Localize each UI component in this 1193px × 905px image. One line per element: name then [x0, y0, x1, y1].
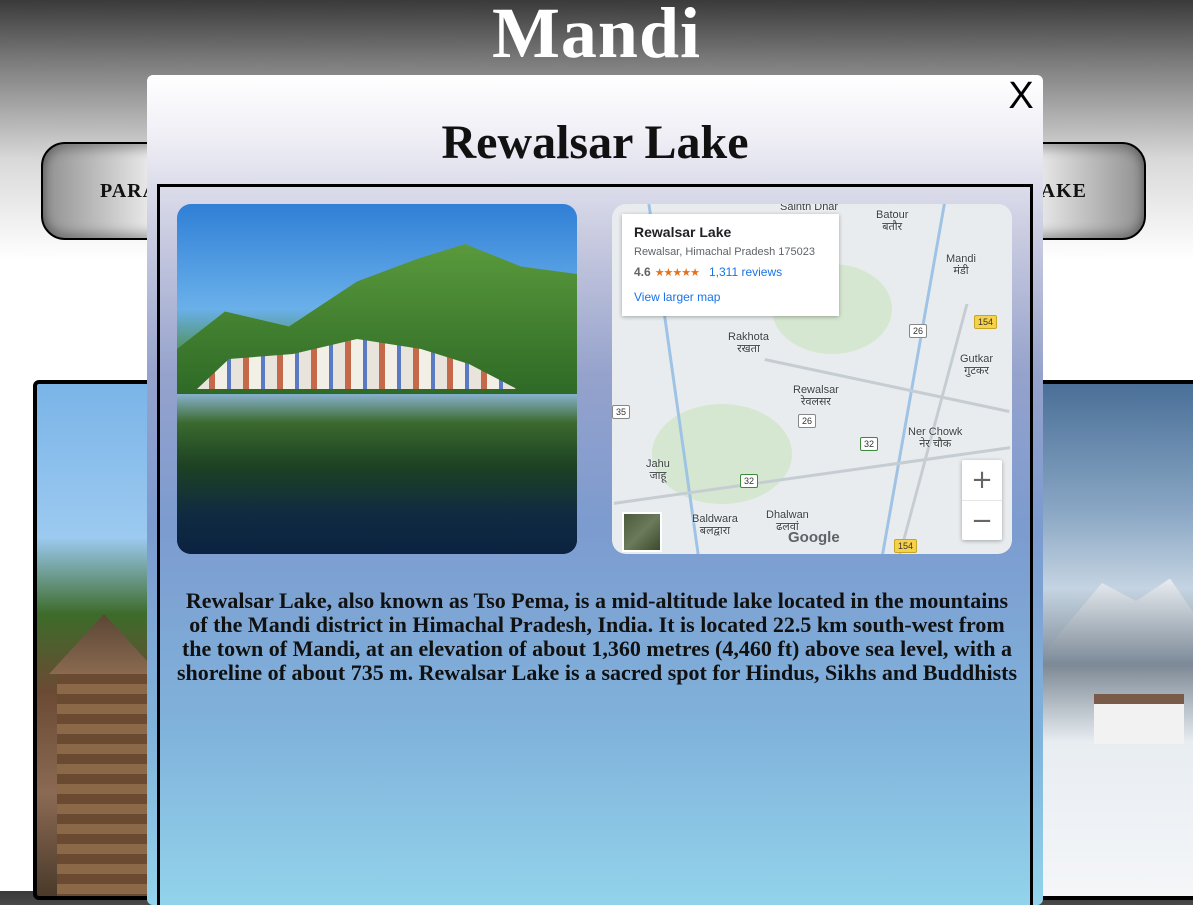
content-frame: Sainth Dhar Batour बतौर Mandi मंडी Rakho… — [157, 184, 1033, 905]
view-larger-map-link[interactable]: View larger map — [634, 290, 827, 304]
google-logo: Google — [788, 529, 840, 546]
road-badge: 26 — [909, 324, 928, 338]
road-badge: 154 — [894, 539, 918, 553]
lake-photo — [177, 204, 577, 554]
star-rating-icon: ★★★★★ — [654, 267, 700, 279]
zoom-out-button[interactable]: − — [962, 500, 1002, 541]
google-map-embed[interactable]: Sainth Dhar Batour बतौर Mandi मंडी Rakho… — [612, 204, 1012, 554]
road-badge: 154 — [974, 315, 998, 329]
satellite-toggle[interactable] — [622, 512, 662, 552]
place-rating: 4.6 ★★★★★ 1,311 reviews — [634, 265, 827, 279]
snow-mountain-image — [1034, 578, 1193, 664]
map-label-jahu: Jahu जाहू — [646, 458, 670, 482]
zoom-controls: + − — [962, 460, 1002, 540]
road-badge: 26 — [798, 414, 817, 428]
road-badge: 32 — [860, 437, 879, 451]
map-label-ner-chowk: Ner Chowk नेर चौक — [908, 426, 963, 450]
background-card-temple[interactable] — [33, 380, 163, 900]
map-label-mandi: Mandi मंडी — [946, 253, 976, 277]
temple-wall-image — [57, 674, 157, 896]
map-label-rakhota: Rakhota रखता — [728, 331, 769, 355]
reviews-link[interactable]: 1,311 reviews — [709, 265, 782, 279]
modal-title: Rewalsar Lake — [441, 116, 749, 169]
place-card: Rewalsar Lake Rewalsar, Himachal Pradesh… — [622, 214, 839, 316]
place-address: Rewalsar, Himachal Pradesh 175023 — [634, 246, 815, 258]
map-label-baldwara: Baldwara बलद्वारा — [692, 513, 738, 537]
rating-value: 4.6 — [634, 265, 651, 279]
road-badge: 32 — [740, 474, 759, 488]
place-modal: X Rewalsar Lake Sainth Dhar Batour बतौर … — [147, 75, 1043, 905]
site-title: Mandi — [491, 0, 702, 73]
map-label-batour: Batour बतौर — [876, 209, 909, 233]
map-label-sainth-dhar: Sainth Dhar — [780, 204, 839, 213]
zoom-in-button[interactable]: + — [962, 460, 1002, 500]
photo-reflection — [177, 394, 577, 554]
close-button[interactable]: X — [1003, 77, 1039, 115]
road-badge: 35 — [612, 405, 631, 419]
temple-roof-image — [49, 614, 159, 674]
place-description: Rewalsar Lake, also known as Tso Pema, i… — [176, 588, 1018, 685]
background-card-snow-village[interactable] — [1030, 380, 1193, 900]
map-label-rewalsar: Rewalsar रेवलसर — [793, 384, 839, 408]
snow-house-image — [1094, 694, 1184, 744]
nav-item-lake[interactable]: AKE — [1041, 180, 1087, 203]
map-label-gutkar: Gutkar गुटकर — [960, 353, 994, 377]
place-name: Rewalsar Lake — [634, 224, 732, 240]
